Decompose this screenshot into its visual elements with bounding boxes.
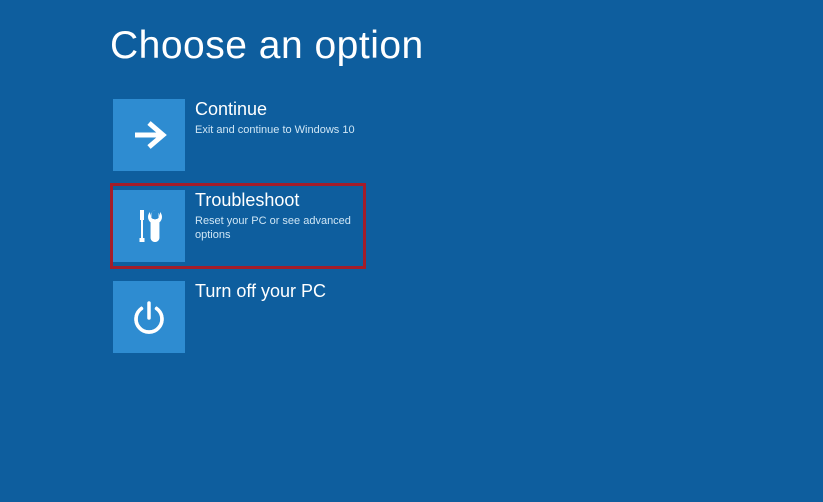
turnoff-title: Turn off your PC [195, 281, 326, 303]
options-list: Continue Exit and continue to Windows 10 [110, 96, 823, 356]
troubleshoot-text: Troubleshoot Reset your PC or see advanc… [185, 190, 363, 242]
continue-icon-tile [113, 99, 185, 171]
turnoff-icon-tile [113, 281, 185, 353]
continue-option[interactable]: Continue Exit and continue to Windows 10 [110, 96, 366, 174]
page-title: Choose an option [110, 24, 823, 68]
power-icon [129, 297, 169, 337]
arrow-right-icon [129, 115, 169, 155]
tools-icon [127, 204, 171, 248]
turnoff-option[interactable]: Turn off your PC [110, 278, 366, 356]
troubleshoot-subtitle: Reset your PC or see advanced options [195, 214, 363, 243]
continue-text: Continue Exit and continue to Windows 10 [185, 99, 355, 137]
recovery-menu: Choose an option Continue Exit and conti… [0, 0, 823, 356]
troubleshoot-icon-tile [113, 190, 185, 262]
troubleshoot-option[interactable]: Troubleshoot Reset your PC or see advanc… [110, 183, 366, 269]
continue-subtitle: Exit and continue to Windows 10 [195, 123, 355, 137]
turnoff-text: Turn off your PC [185, 281, 326, 303]
troubleshoot-title: Troubleshoot [195, 190, 363, 212]
continue-title: Continue [195, 99, 355, 121]
